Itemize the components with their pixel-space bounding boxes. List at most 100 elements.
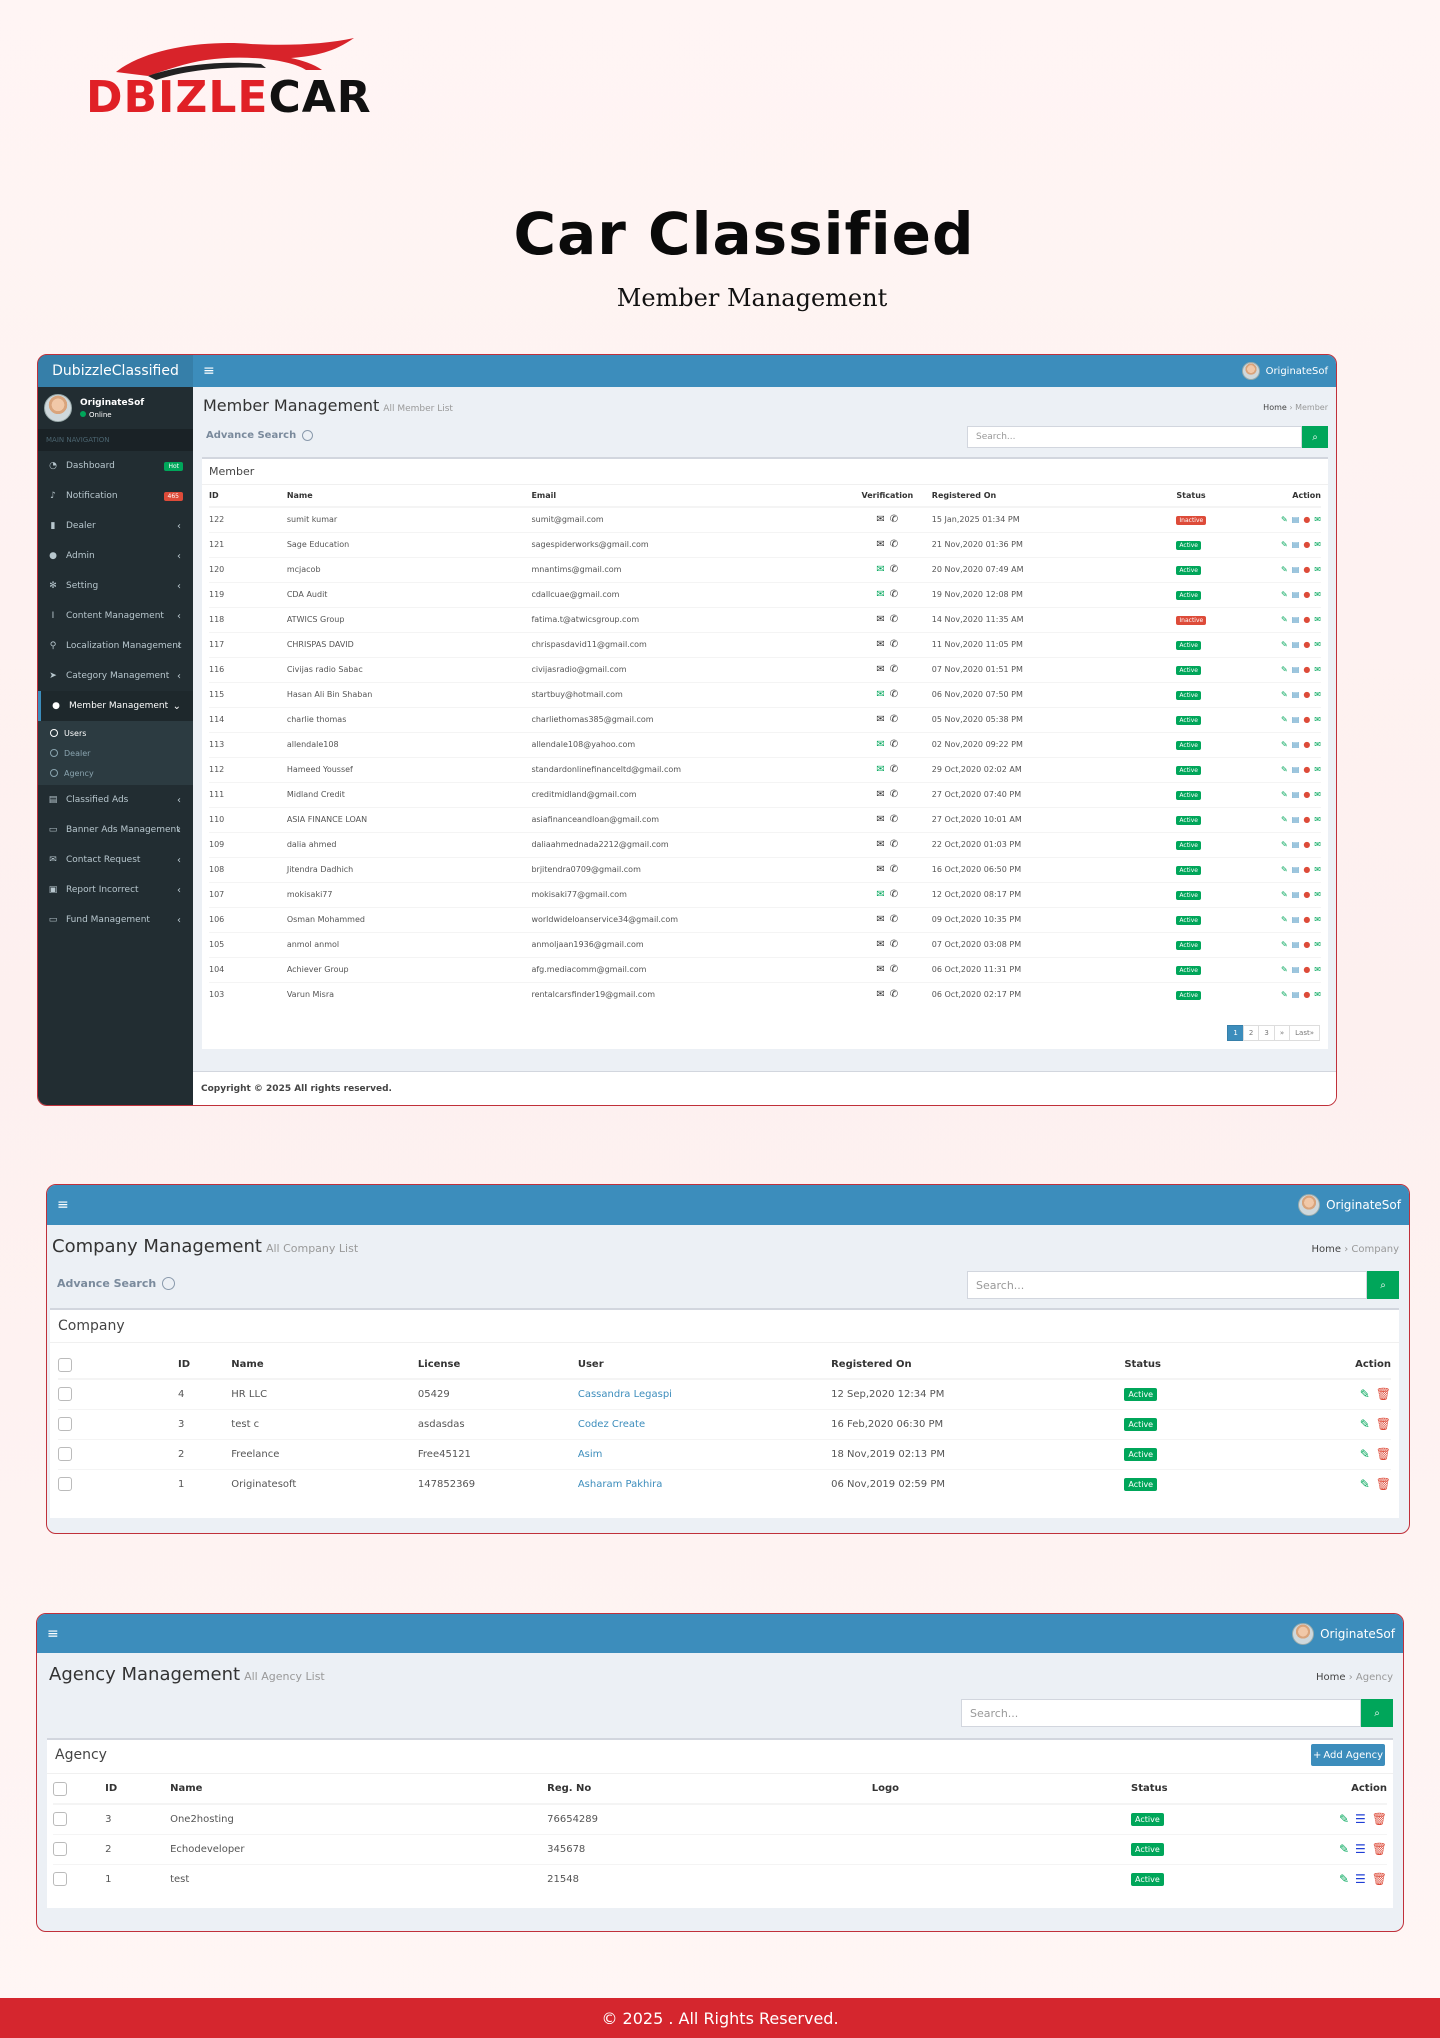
trash-icon[interactable]: 🗑 (1372, 1812, 1387, 1826)
details-icon[interactable]: ▤ (1292, 740, 1300, 749)
edit-icon[interactable]: ✎ (1281, 615, 1288, 624)
user-lock-icon[interactable]: ● (1303, 615, 1310, 624)
envelope-icon[interactable]: ✉ (1314, 565, 1321, 574)
edit-icon[interactable]: ✎ (1339, 1842, 1349, 1856)
sidebar-item-contact-request[interactable]: ✉ Contact Request ‹ (38, 845, 193, 875)
envelope-icon[interactable]: ✉ (1314, 590, 1321, 599)
user-menu[interactable]: OriginateSof (1241, 362, 1328, 380)
status-badge[interactable]: Active (1176, 640, 1201, 650)
sidebar-item-classified-ads[interactable]: ▤ Classified Ads ‹ (38, 785, 193, 815)
user-menu[interactable]: OriginateSof (1292, 1622, 1395, 1645)
edit-icon[interactable]: ✎ (1281, 765, 1288, 774)
edit-icon[interactable]: ✎ (1281, 965, 1288, 974)
edit-icon[interactable]: ✎ (1281, 690, 1288, 699)
edit-icon[interactable]: ✎ (1281, 515, 1288, 524)
list-icon[interactable]: ☰ (1355, 1812, 1366, 1826)
add-agency-button[interactable]: + Add Agency (1311, 1744, 1385, 1766)
sidebar-item-notification[interactable]: ♪ Notification 465 (38, 481, 193, 511)
page-link[interactable]: 1 (1227, 1025, 1244, 1041)
status-badge[interactable]: Active (1124, 1417, 1158, 1431)
admin-brand[interactable]: DubizzleClassified (38, 355, 193, 387)
edit-icon[interactable]: ✎ (1281, 740, 1288, 749)
edit-icon[interactable]: ✎ (1339, 1872, 1349, 1886)
envelope-icon[interactable]: ✉ (1314, 665, 1321, 674)
select-all-checkbox[interactable] (53, 1781, 67, 1796)
advance-search-toggle[interactable]: Advance Search (57, 1277, 176, 1290)
user-lock-icon[interactable]: ● (1303, 940, 1310, 949)
envelope-icon[interactable]: ✉ (1314, 640, 1321, 649)
row-checkbox[interactable] (53, 1812, 67, 1827)
status-badge[interactable]: Active (1176, 690, 1201, 700)
details-icon[interactable]: ▤ (1292, 840, 1300, 849)
user-lock-icon[interactable]: ● (1303, 890, 1310, 899)
search-button[interactable]: ⌕ (1367, 1271, 1399, 1299)
hamburger-icon[interactable]: ≡ (193, 363, 225, 379)
user-lock-icon[interactable]: ● (1303, 715, 1310, 724)
user-lock-icon[interactable]: ● (1303, 515, 1310, 524)
status-badge[interactable]: Active (1176, 840, 1201, 850)
envelope-icon[interactable]: ✉ (1314, 915, 1321, 924)
status-badge[interactable]: Active (1176, 865, 1201, 875)
details-icon[interactable]: ▤ (1292, 565, 1300, 574)
details-icon[interactable]: ▤ (1292, 965, 1300, 974)
edit-icon[interactable]: ✎ (1281, 890, 1288, 899)
search-button[interactable]: ⌕ (1361, 1699, 1393, 1727)
edit-icon[interactable]: ✎ (1360, 1417, 1370, 1431)
status-badge[interactable]: Active (1131, 1872, 1164, 1886)
trash-icon[interactable]: 🗑 (1376, 1477, 1391, 1491)
user-lock-icon[interactable]: ● (1303, 815, 1310, 824)
page-link[interactable]: 2 (1242, 1025, 1260, 1041)
search-input[interactable]: Search... (967, 426, 1302, 448)
status-badge[interactable]: Active (1176, 990, 1201, 1000)
edit-icon[interactable]: ✎ (1281, 715, 1288, 724)
details-icon[interactable]: ▤ (1292, 590, 1300, 599)
status-badge[interactable]: Active (1176, 940, 1201, 950)
edit-icon[interactable]: ✎ (1281, 640, 1288, 649)
sidebar-item-dashboard[interactable]: ◔ Dashboard Hot (38, 451, 193, 481)
details-icon[interactable]: ▤ (1292, 865, 1300, 874)
user-lock-icon[interactable]: ● (1303, 640, 1310, 649)
status-badge[interactable]: Active (1176, 590, 1201, 600)
edit-icon[interactable]: ✎ (1281, 815, 1288, 824)
status-badge[interactable]: Inactive (1176, 515, 1207, 525)
status-badge[interactable]: Active (1124, 1477, 1158, 1491)
user-lock-icon[interactable]: ● (1303, 740, 1310, 749)
envelope-icon[interactable]: ✉ (1314, 515, 1321, 524)
status-badge[interactable]: Active (1176, 915, 1201, 925)
sidebar-item-localization-management[interactable]: ⚲ Localization Management ‹ (38, 631, 193, 661)
status-badge[interactable]: Active (1176, 540, 1201, 550)
edit-icon[interactable]: ✎ (1281, 865, 1288, 874)
envelope-icon[interactable]: ✉ (1314, 890, 1321, 899)
envelope-icon[interactable]: ✉ (1314, 790, 1321, 799)
envelope-icon[interactable]: ✉ (1314, 690, 1321, 699)
status-badge[interactable]: Active (1131, 1812, 1164, 1826)
user-lock-icon[interactable]: ● (1303, 790, 1310, 799)
details-icon[interactable]: ▤ (1292, 790, 1300, 799)
user-lock-icon[interactable]: ● (1303, 965, 1310, 974)
trash-icon[interactable]: 🗑 (1376, 1417, 1391, 1431)
search-input[interactable]: Search... (967, 1271, 1367, 1299)
user-lock-icon[interactable]: ● (1303, 540, 1310, 549)
envelope-icon[interactable]: ✉ (1314, 965, 1321, 974)
envelope-icon[interactable]: ✉ (1314, 740, 1321, 749)
user-lock-icon[interactable]: ● (1303, 865, 1310, 874)
page-link[interactable]: » (1273, 1025, 1291, 1041)
status-badge[interactable]: Active (1124, 1447, 1158, 1461)
status-badge[interactable]: Active (1176, 815, 1201, 825)
sidebar-item-member-management[interactable]: ● Member Management ⌄ (38, 691, 193, 721)
edit-icon[interactable]: ✎ (1281, 590, 1288, 599)
edit-icon[interactable]: ✎ (1360, 1387, 1370, 1401)
details-icon[interactable]: ▤ (1292, 690, 1300, 699)
search-input[interactable]: Search... (961, 1699, 1361, 1727)
row-checkbox[interactable] (58, 1477, 72, 1492)
envelope-icon[interactable]: ✉ (1314, 765, 1321, 774)
envelope-icon[interactable]: ✉ (1314, 865, 1321, 874)
trash-icon[interactable]: 🗑 (1376, 1447, 1391, 1461)
edit-icon[interactable]: ✎ (1281, 565, 1288, 574)
details-icon[interactable]: ▤ (1292, 665, 1300, 674)
advance-search-toggle[interactable]: Advance Search (206, 430, 314, 441)
envelope-icon[interactable]: ✉ (1314, 940, 1321, 949)
details-icon[interactable]: ▤ (1292, 890, 1300, 899)
details-icon[interactable]: ▤ (1292, 815, 1300, 824)
trash-icon[interactable]: 🗑 (1372, 1872, 1387, 1886)
